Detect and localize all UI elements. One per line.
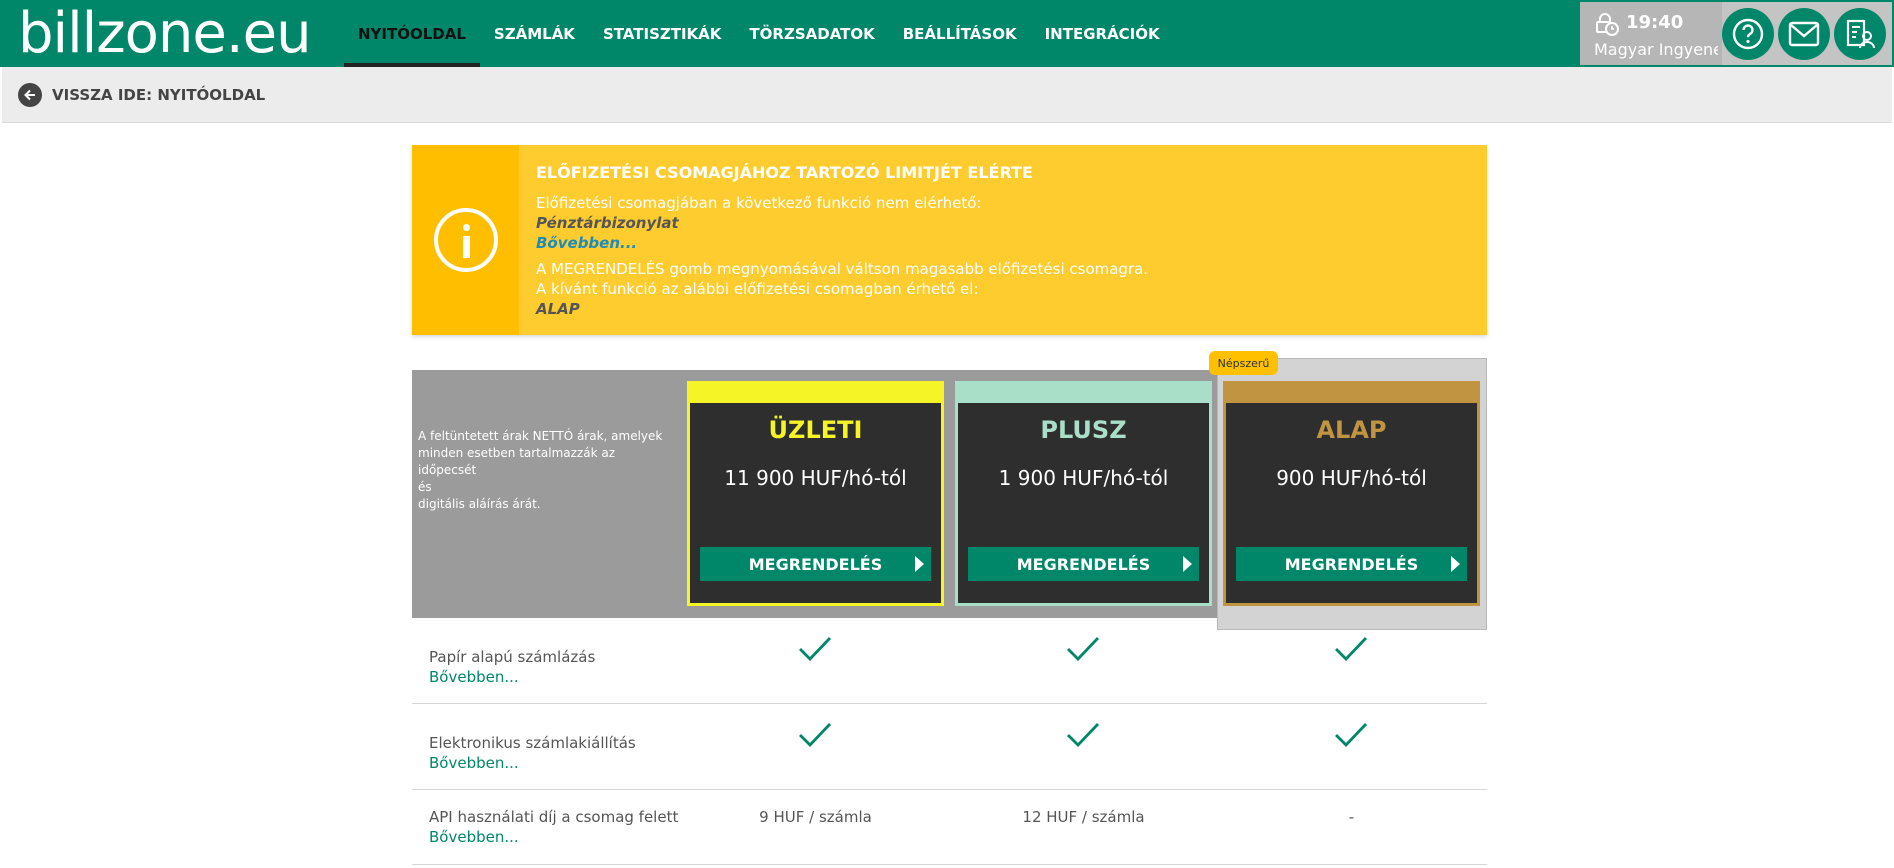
limit-alert: ELŐFIZETÉSI CSOMAGJÁHOZ TARTOZÓ LIMITJÉT…: [412, 145, 1487, 335]
nav-item-statisztikak[interactable]: STATISZTIKÁK: [589, 0, 735, 67]
alert-icon-column: [412, 145, 519, 335]
check-icon: [799, 637, 832, 662]
play-arrow-icon: [1183, 556, 1192, 572]
session-user: Magyar Ingyene...: [1594, 40, 1718, 59]
alert-feature: Pénztárbizonylat: [536, 214, 679, 232]
nav-item-beallitasok[interactable]: BEÁLLÍTÁSOK: [889, 0, 1031, 67]
feature-label: API használati díj a csomag felett: [429, 808, 679, 826]
plan-name: ÜZLETI: [768, 416, 863, 444]
nav-item-szamlak[interactable]: SZÁMLÁK: [480, 0, 589, 67]
api-fee-plusz: 12 HUF / számla: [1022, 808, 1145, 826]
plan-price: 1 900 HUF/hó-tól: [998, 466, 1169, 490]
check-icon: [1335, 723, 1368, 748]
plan-card-uzleti: ÜZLETI 11 900 HUF/hó-tól MEGRENDELÉS: [687, 381, 944, 606]
plan-card-plusz: PLUSZ 1 900 HUF/hó-tól MEGRENDELÉS: [955, 381, 1212, 606]
back-arrow-icon[interactable]: [18, 83, 42, 107]
nav-item-nyitooldal[interactable]: NYITÓOLDAL: [344, 0, 480, 67]
feature-row-paper: Papír alapú számlázás Bővebben...: [412, 618, 1487, 704]
alert-title: ELŐFIZETÉSI CSOMAGJÁHOZ TARTOZÓ LIMITJÉT…: [536, 163, 1033, 182]
play-arrow-icon: [915, 556, 924, 572]
order-button-label: MEGRENDELÉS: [1016, 554, 1151, 574]
user-document-icon: [1846, 19, 1875, 49]
alert-body: ELŐFIZETÉSI CSOMAGJÁHOZ TARTOZÓ LIMITJÉT…: [536, 163, 1148, 319]
check-icon: [1067, 723, 1100, 748]
play-arrow-icon: [1451, 556, 1460, 572]
plan-card-top: [690, 384, 941, 403]
check-icon: [1067, 637, 1100, 662]
feature-row-api: API használati díj a csomag felett Bőveb…: [412, 790, 1487, 865]
alert-line-available: A kívánt funkció az alábbi előfizetési c…: [536, 280, 979, 298]
help-icon: [1732, 18, 1764, 50]
price-note-line: és: [418, 480, 432, 494]
plan-card-top: [1226, 384, 1477, 403]
price-note-line: digitális aláírás árát.: [418, 497, 541, 511]
popular-badge: Népszerű: [1209, 351, 1278, 375]
check-icon: [1335, 637, 1368, 662]
back-bar: VISSZA IDE: NYITÓOLDAL: [2, 67, 1892, 123]
feature-more-link[interactable]: Bővebben...: [429, 754, 519, 772]
feature-label: Elektronikus számlakiállítás: [429, 734, 636, 752]
logo[interactable]: billzone.eu: [18, 6, 312, 62]
order-button-alap[interactable]: MEGRENDELÉS: [1236, 547, 1467, 581]
price-note: A feltüntetett árak NETTÓ árak, amelyek …: [418, 428, 668, 513]
plan-card-top: [958, 384, 1209, 403]
info-icon: [433, 208, 498, 272]
session-time: 19:40: [1626, 12, 1684, 33]
session-timer-icon: [1596, 13, 1619, 36]
check-icon: [799, 723, 832, 748]
plan-name: ALAP: [1316, 416, 1387, 444]
mail-icon: [1788, 21, 1820, 47]
price-note-line: minden esetben tartalmazzák az időpecsét: [418, 446, 615, 477]
price-note-line: A feltüntetett árak NETTÓ árak, amelyek: [418, 429, 663, 443]
order-button-label: MEGRENDELÉS: [748, 554, 883, 574]
nav-item-torzsadatok[interactable]: TÖRZSADATOK: [735, 0, 888, 67]
alert-more-link[interactable]: Bővebben...: [536, 233, 1148, 253]
feature-label: Papír alapú számlázás: [429, 648, 596, 666]
api-fee-alap: -: [1348, 808, 1355, 826]
order-button-plusz[interactable]: MEGRENDELÉS: [968, 547, 1199, 581]
back-link[interactable]: VISSZA IDE: NYITÓOLDAL: [52, 86, 265, 104]
feature-more-link[interactable]: Bővebben...: [429, 668, 519, 686]
feature-row-electronic: Elektronikus számlakiállítás Bővebben...: [412, 704, 1487, 790]
alert-line-upgrade: A MEGRENDELÉS gomb megnyomásával váltson…: [536, 260, 1149, 278]
nav-item-integraciok[interactable]: INTEGRÁCIÓK: [1031, 0, 1174, 67]
api-fee-uzleti: 9 HUF / számla: [759, 808, 872, 826]
help-button[interactable]: [1722, 8, 1774, 60]
plan-price: 900 HUF/hó-tól: [1276, 466, 1427, 490]
alert-line-unavailable: Előfizetési csomagjában a következő funk…: [536, 194, 982, 212]
plan-card-alap: ALAP 900 HUF/hó-tól MEGRENDELÉS: [1223, 381, 1480, 606]
alert-plan: ALAP: [536, 300, 580, 318]
plan-price: 11 900 HUF/hó-tól: [724, 466, 907, 490]
feature-more-link[interactable]: Bővebben...: [429, 828, 519, 846]
main-nav: NYITÓOLDAL SZÁMLÁK STATISZTIKÁK TÖRZSADA…: [344, 0, 1174, 67]
profile-button[interactable]: [1834, 8, 1886, 60]
messages-button[interactable]: [1778, 8, 1830, 60]
plan-name: PLUSZ: [1040, 416, 1127, 444]
order-button-uzleti[interactable]: MEGRENDELÉS: [700, 547, 931, 581]
order-button-label: MEGRENDELÉS: [1284, 554, 1419, 574]
